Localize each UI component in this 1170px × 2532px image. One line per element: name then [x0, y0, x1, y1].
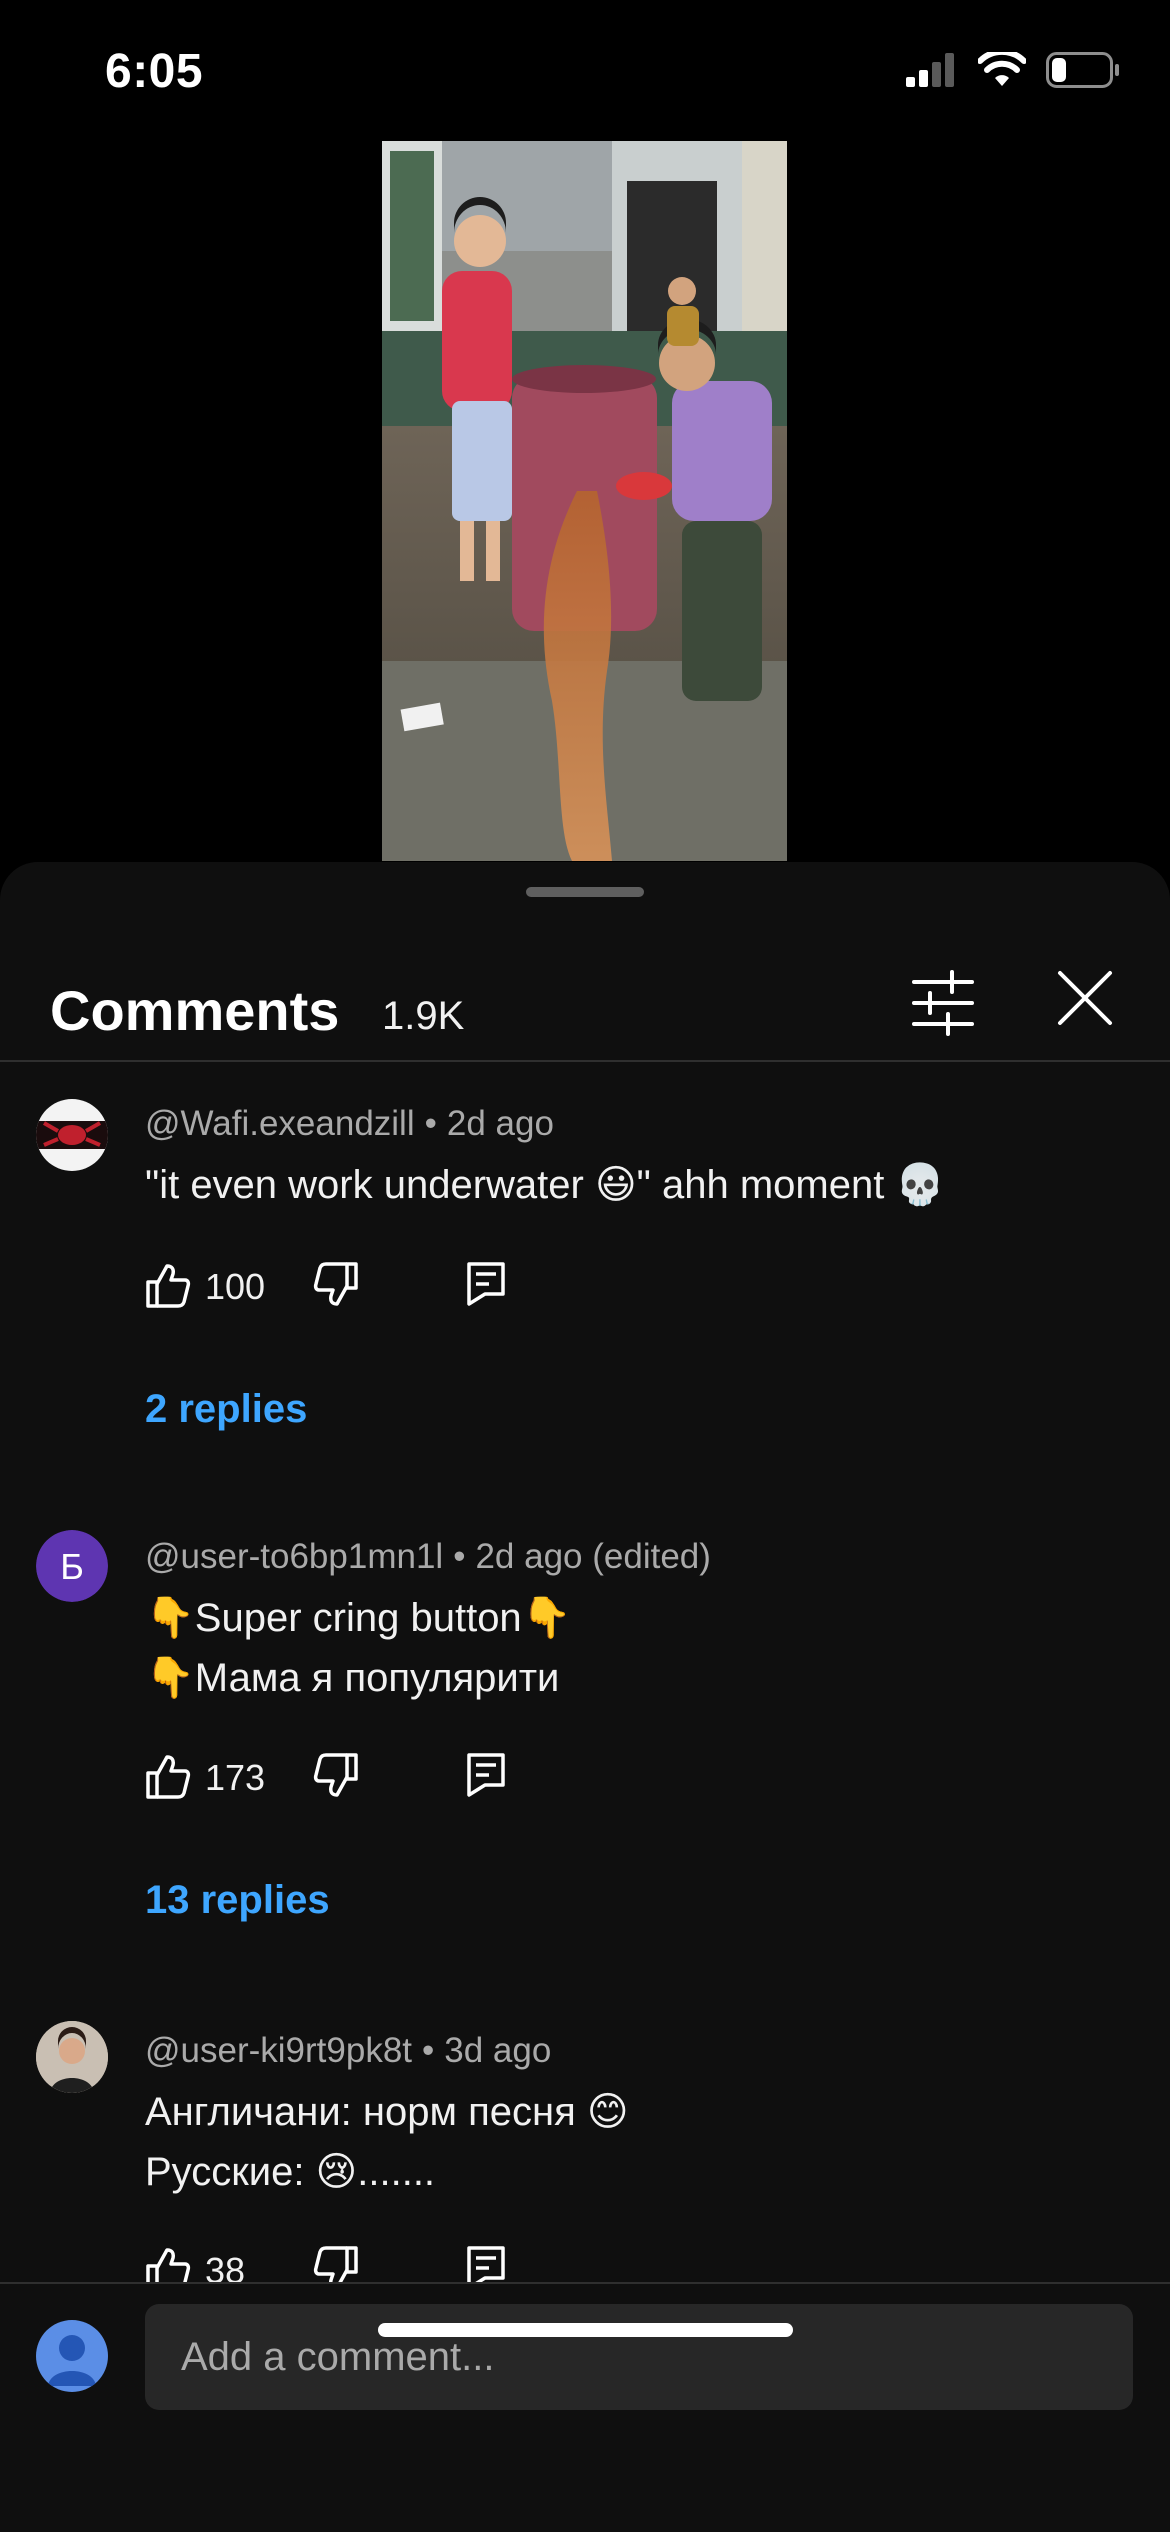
thumbs-up-icon[interactable]: [145, 1260, 191, 1310]
like-count: 38: [205, 2250, 246, 2282]
close-icon: [1058, 971, 1112, 1025]
thumbs-up-icon[interactable]: [145, 1751, 191, 1801]
comment-text-line: 👇Мама я популярити: [145, 1656, 560, 1700]
avatar[interactable]: Б: [36, 1530, 108, 1602]
wifi-icon: [978, 52, 1026, 86]
reply-comment-icon[interactable]: [465, 2244, 507, 2282]
home-indicator[interactable]: [378, 2323, 793, 2337]
comment-time: 2d ago: [446, 1104, 554, 1143]
thumbs-down-icon[interactable]: [313, 2244, 359, 2282]
cellular-signal-icon: [906, 53, 954, 87]
comment-actions: 100: [145, 1260, 545, 1320]
view-replies-button[interactable]: 13 replies: [145, 1878, 330, 1923]
comment-meta: @user-to6bp1mn1l • 2d ago (edited): [145, 1537, 711, 1577]
avatar[interactable]: [36, 1099, 108, 1171]
comment-actions: 173: [145, 1751, 545, 1811]
avatar[interactable]: [36, 2021, 108, 2093]
video-frame-image: [382, 141, 787, 861]
comment-item: Б @user-to6bp1mn1l • 2d ago (edited) 👇Supe…: [0, 1494, 1170, 1989]
battery-icon: [1046, 52, 1119, 88]
comment-text-line: Русские: 😢.......: [145, 2150, 436, 2194]
comments-list[interactable]: @Wafi.exeandzill • 2d ago "it even work un…: [0, 1064, 1170, 2282]
status-time: 6:05: [105, 45, 204, 98]
current-user-avatar[interactable]: [36, 2320, 108, 2392]
screen: 6:05 Comments 1.9K @Wafi.exeandzill • 2d…: [0, 0, 1170, 2532]
comment-author[interactable]: @user-to6bp1mn1l: [145, 1537, 443, 1576]
reply-comment-icon[interactable]: [465, 1751, 507, 1797]
comments-title: Comments: [50, 979, 340, 1042]
comment-text-line: 👇Super cring button👇: [145, 1596, 572, 1640]
profile-photo-avatar: [36, 2021, 108, 2093]
thumbs-down-icon[interactable]: [313, 1260, 359, 1310]
comment-item: @user-ki9rt9pk8t • 3d ago Англичани: норм …: [0, 1989, 1170, 2282]
reply-comment-icon[interactable]: [465, 1260, 507, 1306]
comment-author[interactable]: @Wafi.exeandzill: [145, 1104, 415, 1143]
comment-text: "it even work underwater 😃" ahh moment 💀: [145, 1163, 946, 1207]
view-replies-button[interactable]: 2 replies: [145, 1387, 307, 1432]
comment-actions: 38: [145, 2244, 545, 2282]
meta-separator: •: [453, 1537, 466, 1576]
meta-separator: •: [422, 2031, 435, 2070]
comment-meta: @user-ki9rt9pk8t • 3d ago: [145, 2031, 551, 2071]
sort-filter-button[interactable]: [908, 968, 978, 1038]
avatar-letter: Б: [60, 1546, 84, 1587]
status-bar: 6:05: [0, 0, 1170, 140]
comment-composer: [0, 2282, 1170, 2532]
close-button[interactable]: [1055, 968, 1115, 1028]
user-icon: [48, 2335, 96, 2386]
like-count: 100: [205, 1266, 266, 1307]
letter-avatar: Б: [36, 1530, 108, 1602]
drag-handle[interactable]: [526, 887, 644, 897]
sliders-icon: [912, 970, 974, 1036]
comment-text-line: Англичани: норм песня 😊: [145, 2090, 629, 2134]
comment-meta: @Wafi.exeandzill • 2d ago: [145, 1104, 554, 1144]
comments-sheet: Comments 1.9K @Wafi.exeandzill • 2d ago …: [0, 862, 1170, 2532]
thumbs-up-icon[interactable]: [145, 2244, 191, 2282]
meta-separator: •: [424, 1104, 437, 1143]
comment-time: 2d ago (edited): [475, 1537, 711, 1576]
comment-item: @Wafi.exeandzill • 2d ago "it even work un…: [0, 1064, 1170, 1494]
comment-author[interactable]: @user-ki9rt9pk8t: [145, 2031, 412, 2070]
like-count: 173: [205, 1757, 266, 1798]
status-icons: [906, 52, 1120, 88]
thumbs-down-icon[interactable]: [313, 1751, 359, 1801]
video-player[interactable]: [382, 141, 787, 861]
comments-header: Comments 1.9K: [0, 932, 1170, 1062]
add-comment-input[interactable]: [145, 2304, 1133, 2410]
comment-time: 3d ago: [444, 2031, 552, 2070]
comments-count: 1.9K: [382, 994, 465, 1038]
crab-logo-icon: [36, 1121, 108, 1149]
